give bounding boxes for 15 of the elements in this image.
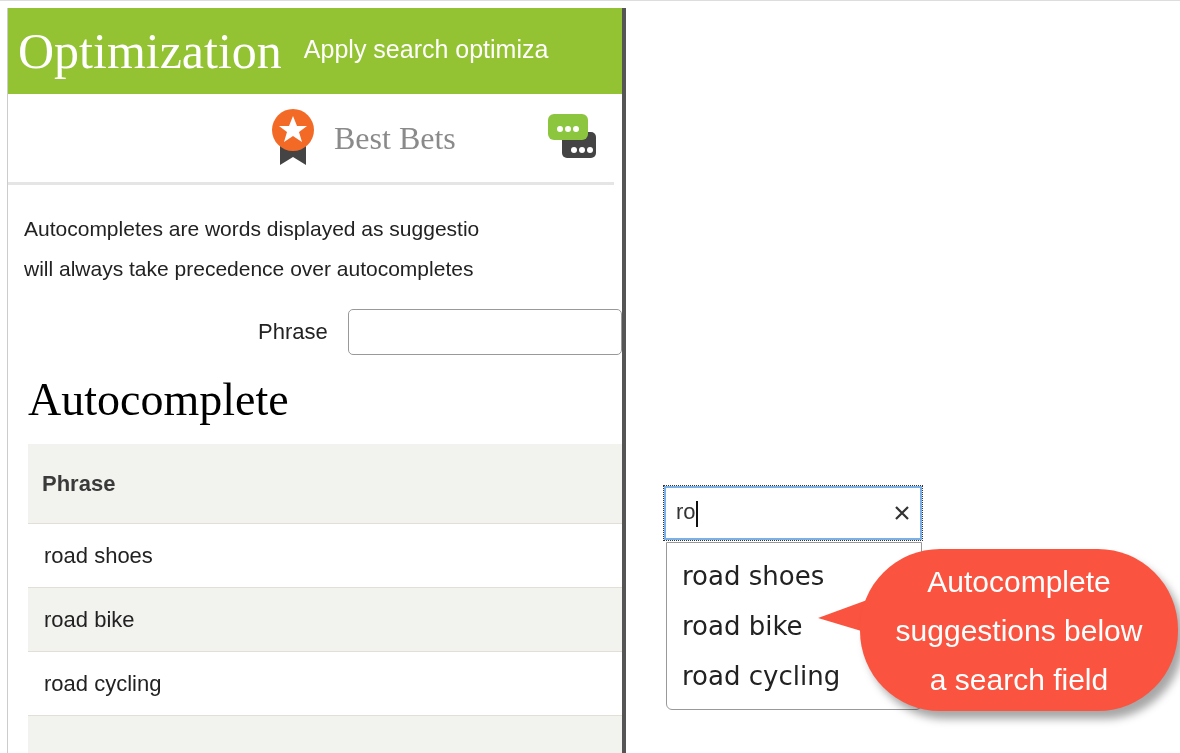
search-field[interactable]: ro — [664, 486, 922, 540]
page-title: Optimization — [18, 22, 282, 80]
suggestion-item[interactable]: road bike — [682, 601, 803, 651]
table-cell: road bike — [28, 588, 622, 652]
ribbon-icon — [270, 109, 316, 167]
description-text: Autocompletes are words displayed as suggestio will always take precedence over autocompletes — [24, 216, 481, 282]
page-subtitle: Apply search optimiza — [303, 34, 549, 64]
suggestion-item[interactable]: road shoes — [682, 551, 825, 601]
clear-icon[interactable] — [894, 505, 910, 521]
field-label: Phrase — [258, 319, 328, 345]
section-title: Autocomplete — [28, 373, 290, 426]
callout-bubble: Autocomplete suggestions below a search field — [860, 549, 1178, 711]
phrase-input[interactable] — [347, 309, 622, 355]
suggestion-item[interactable]: road cycling — [682, 651, 841, 701]
column-header: Phrase — [28, 444, 622, 524]
